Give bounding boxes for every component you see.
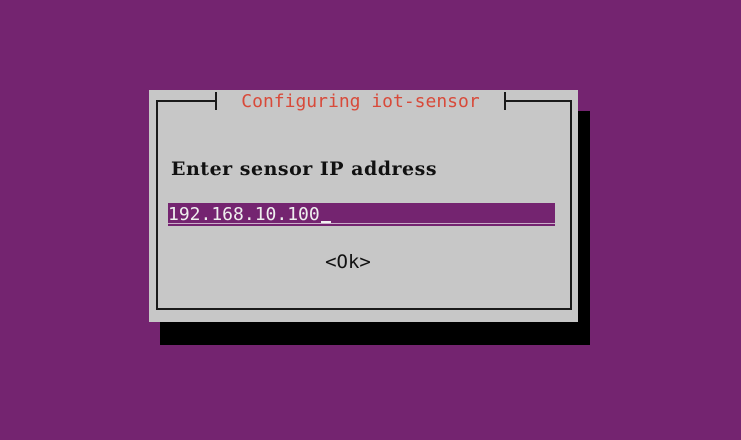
dialog-frame-top-left bbox=[156, 100, 216, 102]
config-dialog: Configuring iot-sensor Enter sensor IP a… bbox=[149, 90, 578, 322]
dialog-frame-bottom bbox=[156, 308, 572, 310]
terminal-screen: Configuring iot-sensor Enter sensor IP a… bbox=[0, 0, 741, 440]
dialog-frame-right bbox=[570, 100, 572, 310]
ok-button[interactable]: <Ok> bbox=[323, 250, 373, 274]
sensor-ip-value[interactable]: 192.168.10.100 bbox=[168, 204, 320, 225]
dialog-frame-top-right bbox=[506, 100, 572, 102]
ip-address-prompt: Enter sensor IP address bbox=[171, 158, 438, 180]
sensor-ip-input[interactable]: 192.168.10.100 bbox=[168, 203, 555, 226]
dialog-title-text: Configuring iot-sensor bbox=[241, 90, 480, 112]
dialog-frame-left bbox=[156, 100, 158, 310]
input-underline bbox=[168, 223, 555, 224]
title-right-bracket bbox=[504, 92, 506, 110]
dialog-title: Configuring iot-sensor bbox=[217, 90, 504, 112]
